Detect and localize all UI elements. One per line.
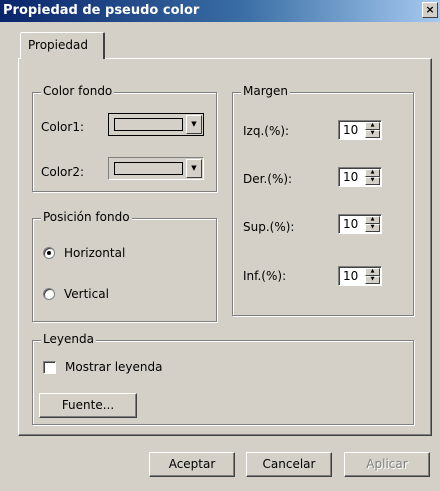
- izq-value[interactable]: 10: [343, 123, 358, 137]
- color2-swatch: [114, 162, 183, 175]
- spin-up-icon[interactable]: ▲: [365, 122, 380, 130]
- fuente-button[interactable]: Fuente...: [39, 393, 137, 418]
- color2-picker[interactable]: ▼: [108, 157, 204, 180]
- margen-group: Margen Izq.(%): 10 ▲ ▼ Der.(%): 10 ▲ ▼ Sup…: [232, 84, 414, 316]
- sup-value[interactable]: 10: [343, 217, 358, 231]
- tab-propiedad[interactable]: Propiedad: [20, 32, 105, 59]
- izq-spinner[interactable]: 10 ▲ ▼: [338, 120, 382, 140]
- der-spinner[interactable]: 10 ▲ ▼: [338, 167, 382, 187]
- spin-down-icon[interactable]: ▼: [365, 130, 380, 138]
- spin-down-icon[interactable]: ▼: [365, 177, 380, 185]
- leyenda-legend: Leyenda: [41, 332, 96, 346]
- posicion-fondo-legend: Posición fondo: [41, 210, 132, 224]
- color2-label: Color2:: [41, 165, 85, 179]
- izq-label: Izq.(%):: [243, 124, 290, 138]
- inf-value[interactable]: 10: [343, 269, 358, 283]
- close-icon: ×: [425, 3, 435, 16]
- horizontal-label[interactable]: Horizontal: [64, 246, 125, 260]
- leyenda-group: Leyenda Mostrar leyenda Fuente...: [32, 332, 414, 425]
- inf-label: Inf.(%):: [243, 269, 287, 283]
- cancelar-button[interactable]: Cancelar: [246, 452, 332, 477]
- spin-up-icon[interactable]: ▲: [365, 169, 380, 177]
- margen-legend: Margen: [241, 84, 291, 98]
- color1-picker[interactable]: ▼: [108, 113, 204, 136]
- title-bar: Propiedad de pseudo color ×: [0, 0, 440, 22]
- der-value[interactable]: 10: [343, 170, 358, 184]
- der-label: Der.(%):: [243, 172, 293, 186]
- chevron-down-icon[interactable]: ▼: [186, 159, 202, 178]
- tab-label: Propiedad: [28, 38, 88, 52]
- window-title: Propiedad de pseudo color: [3, 3, 200, 18]
- color1-label: Color1:: [41, 120, 85, 134]
- spin-up-icon[interactable]: ▲: [365, 268, 380, 276]
- inf-spinner[interactable]: 10 ▲ ▼: [338, 266, 382, 286]
- close-button[interactable]: ×: [422, 2, 438, 18]
- spin-up-icon[interactable]: ▲: [365, 216, 380, 224]
- mostrar-leyenda-checkbox[interactable]: [43, 361, 56, 374]
- sup-spinner[interactable]: 10 ▲ ▼: [338, 214, 382, 234]
- radio-dot: [47, 251, 51, 255]
- chevron-down-icon[interactable]: ▼: [186, 115, 202, 134]
- vertical-label[interactable]: Vertical: [64, 287, 109, 301]
- color-fondo-legend: Color fondo: [41, 84, 115, 98]
- posicion-fondo-group: Posición fondo Horizontal Vertical: [32, 210, 217, 322]
- vertical-radio[interactable]: [43, 288, 55, 300]
- sup-label: Sup.(%):: [243, 220, 295, 234]
- aceptar-button[interactable]: Aceptar: [149, 452, 235, 477]
- aplicar-button[interactable]: Aplicar: [344, 452, 430, 477]
- color1-swatch: [114, 118, 183, 131]
- horizontal-radio[interactable]: [43, 247, 55, 259]
- spin-down-icon[interactable]: ▼: [365, 276, 380, 284]
- spin-down-icon[interactable]: ▼: [365, 224, 380, 232]
- mostrar-leyenda-label[interactable]: Mostrar leyenda: [65, 360, 162, 374]
- color-fondo-group: Color fondo Color1: ▼ Color2: ▼: [32, 84, 217, 192]
